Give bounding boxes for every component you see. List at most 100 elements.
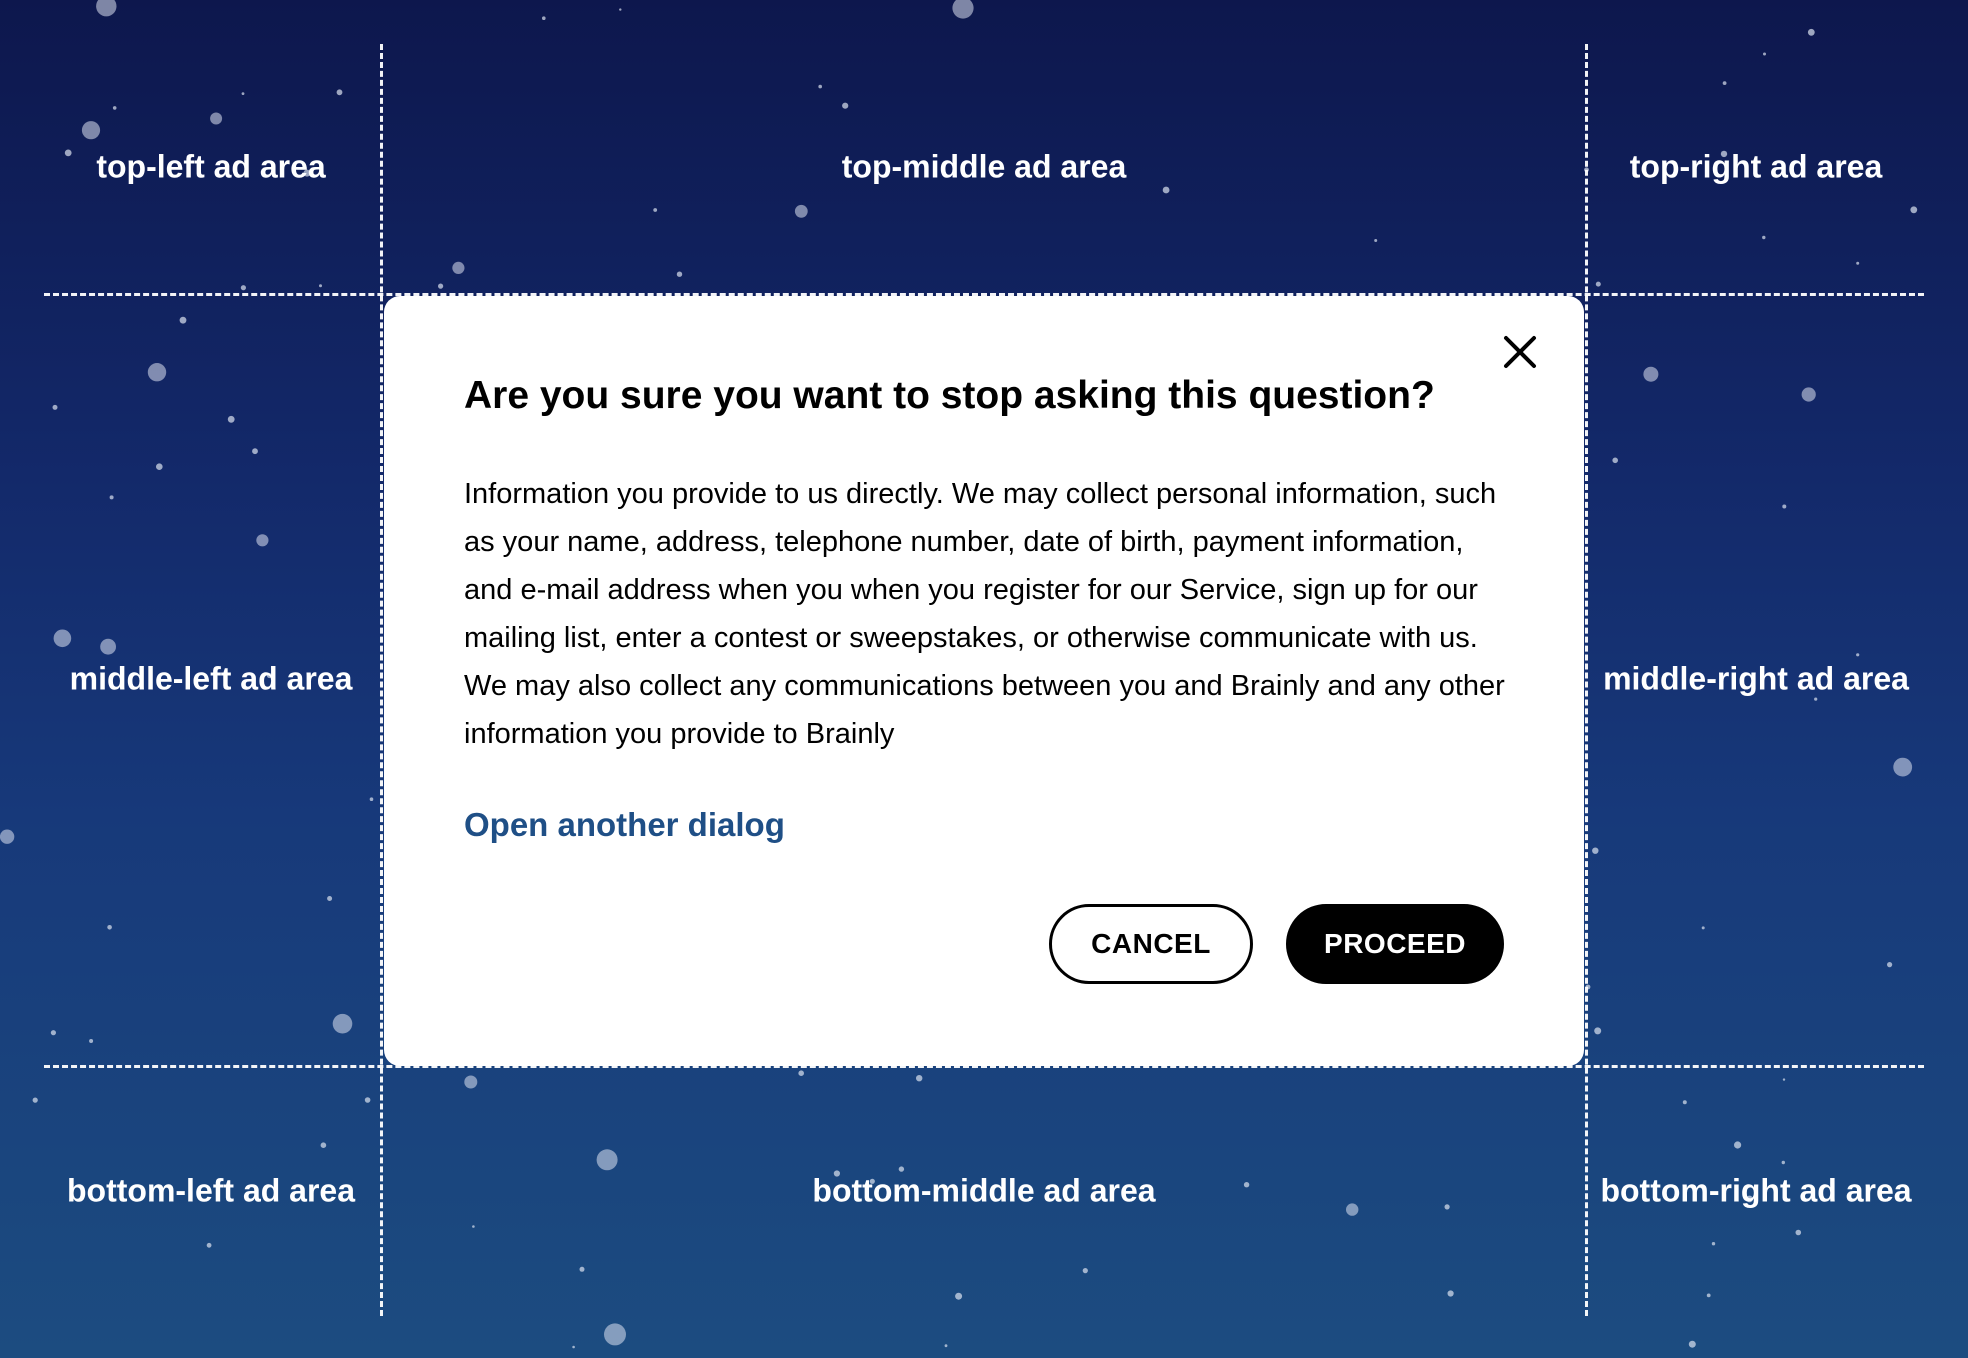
open-another-dialog-link[interactable]: Open another dialog: [464, 806, 785, 844]
star-dot: [89, 1039, 94, 1043]
star-dot: [1594, 1027, 1602, 1035]
star-dot: [452, 261, 465, 274]
star-dot: [1346, 1203, 1359, 1216]
star-dot: [1711, 1242, 1716, 1246]
grid-divider-right: [1585, 44, 1588, 1316]
star-dot: [438, 283, 444, 289]
star-dot: [1807, 28, 1815, 36]
ad-area-middle-right: middle-right ad area: [1603, 660, 1909, 697]
star-dot: [1374, 239, 1378, 242]
star-dot: [1782, 1078, 1786, 1081]
star-dot: [1814, 697, 1818, 701]
star-dot: [319, 284, 322, 288]
ad-area-bottom-left: bottom-left ad area: [66, 1172, 356, 1209]
star-dot: [364, 1097, 371, 1103]
star-dot: [81, 121, 101, 140]
star-dot: [227, 415, 235, 423]
star-dot: [1782, 504, 1787, 509]
star-dot: [32, 1097, 38, 1103]
star-dot: [1643, 366, 1659, 382]
star-dot: [0, 829, 15, 844]
star-dot: [604, 1323, 626, 1346]
star-dot: [1162, 186, 1170, 194]
star-dot: [944, 1344, 948, 1348]
star-dot: [336, 89, 343, 96]
star-dot: [1856, 261, 1860, 265]
star-dot: [653, 208, 658, 212]
star-dot: [1447, 1290, 1454, 1297]
ad-area-top-right: top-right ad area: [1629, 148, 1883, 185]
star-dot: [1763, 52, 1766, 56]
star-dot: [1722, 81, 1727, 85]
star-dot: [53, 629, 72, 648]
ad-area-middle-left: middle-left ad area: [69, 660, 353, 697]
star-dot: [1595, 281, 1601, 287]
star-dot: [818, 84, 822, 89]
star-dot: [1706, 1293, 1711, 1298]
star-dot: [798, 1070, 804, 1076]
star-dot: [898, 1166, 905, 1172]
star-dot: [1688, 1340, 1696, 1348]
star-dot: [369, 797, 374, 801]
star-dot: [1801, 387, 1816, 402]
star-dot: [1612, 457, 1618, 464]
close-icon: [1504, 336, 1536, 368]
ad-area-top-middle: top-middle ad area: [841, 148, 1127, 185]
star-dot: [1734, 1141, 1742, 1149]
star-dot: [1701, 926, 1705, 930]
star-dot: [147, 363, 167, 382]
star-dot: [1243, 1182, 1250, 1188]
star-dot: [52, 404, 58, 410]
star-dot: [572, 1345, 575, 1349]
star-dot: [100, 638, 116, 655]
dialog-body-text: Information you provide to us directly. …: [464, 478, 1505, 750]
star-dot: [240, 285, 246, 291]
star-dot: [210, 112, 223, 125]
grid-divider-left: [380, 44, 383, 1316]
star-dot: [1893, 757, 1913, 777]
star-dot: [842, 102, 849, 109]
star-dot: [794, 204, 808, 218]
proceed-button[interactable]: PROCEED: [1286, 904, 1504, 984]
star-dot: [96, 0, 117, 17]
star-dot: [320, 1142, 327, 1148]
close-button[interactable]: [1496, 328, 1544, 376]
star-dot: [1887, 962, 1893, 968]
star-dot: [542, 16, 546, 21]
star-dot: [64, 149, 72, 157]
star-dot: [472, 1225, 475, 1228]
star-dot: [955, 1292, 963, 1300]
star-dot: [676, 271, 683, 277]
star-dot: [1795, 1229, 1802, 1236]
confirmation-dialog: Are you sure you want to stop asking thi…: [384, 296, 1584, 1066]
dialog-title: Are you sure you want to stop asking thi…: [464, 374, 1435, 417]
star-dot: [50, 1030, 57, 1036]
star-dot: [107, 925, 112, 930]
star-dot: [241, 92, 245, 95]
star-dot: [1082, 1268, 1088, 1274]
ad-area-bottom-middle: bottom-middle ad area: [812, 1172, 1156, 1209]
star-dot: [252, 448, 258, 455]
star-dot: [109, 495, 114, 500]
star-dot: [1444, 1204, 1450, 1210]
star-dot: [1762, 235, 1766, 240]
star-dot: [1682, 1100, 1687, 1105]
star-dot: [464, 1075, 478, 1089]
star-dot: [256, 534, 269, 547]
star-dot: [619, 8, 622, 11]
star-dot: [916, 1075, 923, 1082]
star-dot: [1592, 847, 1599, 854]
star-dot: [179, 316, 187, 324]
star-dot: [156, 463, 163, 471]
star-dot: [327, 896, 333, 901]
cancel-button[interactable]: CANCEL: [1049, 904, 1253, 984]
star-dot: [332, 1013, 353, 1034]
star-dot: [1910, 206, 1918, 214]
ad-area-bottom-right: bottom-right ad area: [1600, 1172, 1912, 1209]
star-dot: [1781, 1160, 1786, 1165]
star-dot: [579, 1266, 585, 1272]
star-dot: [952, 0, 974, 19]
star-dot: [596, 1149, 618, 1171]
star-dot: [112, 106, 117, 110]
ad-area-top-left: top-left ad area: [96, 148, 326, 185]
